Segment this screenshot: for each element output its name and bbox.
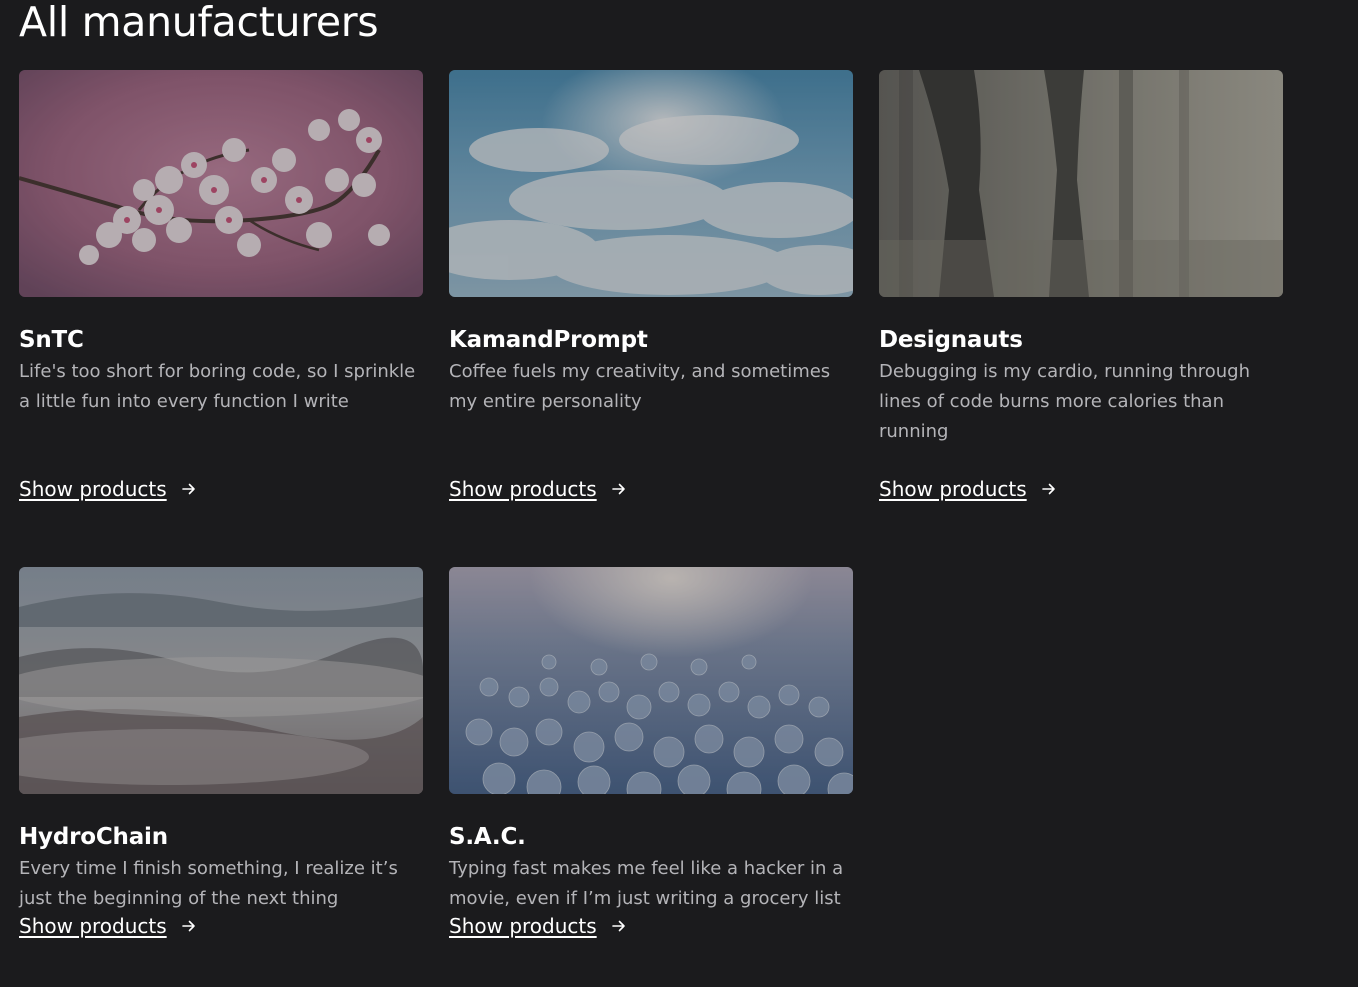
manufacturer-image-water-beads <box>449 567 853 794</box>
manufacturer-description: Every time I finish something, I realize… <box>19 858 398 909</box>
show-products-label: Show products <box>19 914 167 938</box>
show-products-link[interactable]: Show products <box>19 475 197 503</box>
manufacturer-description: Debugging is my cardio, running through … <box>879 361 1250 442</box>
show-products-label: Show products <box>449 914 597 938</box>
arrow-right-icon <box>611 483 625 495</box>
show-products-link[interactable]: Show products <box>879 475 1057 503</box>
manufacturer-image-misty-valley <box>19 567 423 794</box>
page-title: All manufacturers <box>19 0 379 46</box>
show-products-label: Show products <box>879 477 1027 501</box>
manufacturer-name: Designauts <box>879 327 1023 353</box>
arrow-right-icon <box>181 920 195 932</box>
show-products-link[interactable]: Show products <box>19 912 197 940</box>
manufacturer-image-cherry-blossom <box>19 70 423 297</box>
manufacturer-card: Designauts Debugging is my cardio, runni… <box>879 70 1283 567</box>
manufacturer-card: S.A.C. Typing fast makes me feel like a … <box>449 567 853 987</box>
manufacturer-name: S.A.C. <box>449 824 526 850</box>
manufacturer-name: HydroChain <box>19 824 168 850</box>
manufacturer-name: SnTC <box>19 327 84 353</box>
show-products-link[interactable]: Show products <box>449 475 627 503</box>
arrow-right-icon <box>1041 483 1055 495</box>
manufacturer-image-foggy-forest <box>879 70 1283 297</box>
manufacturer-card: HydroChain Every time I finish something… <box>19 567 423 987</box>
arrow-right-icon <box>181 483 195 495</box>
manufacturer-description: Coffee fuels my creativity, and sometime… <box>449 361 831 412</box>
manufacturer-card: KamandPrompt Coffee fuels my creativity,… <box>449 70 853 567</box>
show-products-label: Show products <box>449 477 597 501</box>
manufacturer-grid: SnTC Life's too short for boring code, s… <box>19 70 1283 987</box>
manufacturer-description: Life's too short for boring code, so I s… <box>19 361 416 412</box>
manufacturer-card: SnTC Life's too short for boring code, s… <box>19 70 423 567</box>
arrow-right-icon <box>611 920 625 932</box>
show-products-link[interactable]: Show products <box>449 912 627 940</box>
manufacturer-name: KamandPrompt <box>449 327 648 353</box>
show-products-label: Show products <box>19 477 167 501</box>
manufacturer-image-sky-clouds <box>449 70 853 297</box>
manufacturer-description: Typing fast makes me feel like a hacker … <box>449 858 844 909</box>
